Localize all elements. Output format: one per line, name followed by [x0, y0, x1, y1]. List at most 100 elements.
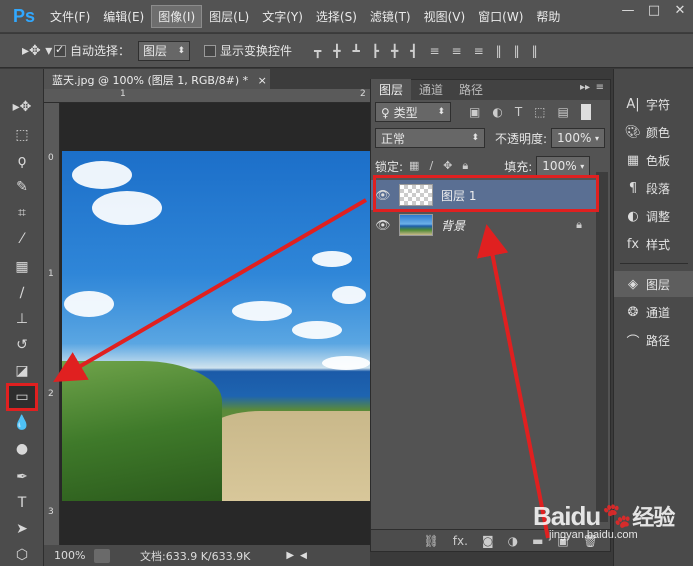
path-select-tool-icon[interactable]: ➤	[8, 517, 36, 541]
menu-select[interactable]: 选择(S)	[310, 6, 363, 27]
healing-brush-tool-icon[interactable]: ▦	[8, 255, 36, 279]
filter-pixel-icon[interactable]: ▣	[469, 105, 480, 119]
mask-icon[interactable]: ◙	[482, 534, 494, 548]
menu-image[interactable]: 图像(I)	[151, 4, 203, 28]
minimize-button[interactable]: —	[621, 4, 635, 18]
dock-swatches[interactable]: ▦ 色板	[614, 147, 693, 173]
menu-help[interactable]: 帮助	[530, 6, 566, 27]
lock-position-icon[interactable]: ✥	[443, 159, 452, 173]
status-bar: 100% 文档:633.9 K/633.9K ▶ ◀	[44, 545, 370, 566]
layers-panel: 图层 通道 路径 ▸▸ ≡ ♀ 类型 ⬍ ▣ ◐ T ⬚ ▤ 正常 ⬍ 不透明度…	[370, 79, 611, 552]
share-icon[interactable]	[94, 548, 110, 563]
panel-menu-icon[interactable]: ≡	[596, 82, 604, 93]
layers-scrollbar[interactable]	[596, 172, 608, 522]
menu-file[interactable]: 文件(F)	[44, 6, 96, 27]
align-bottom-icon[interactable]: ┻	[353, 44, 360, 58]
blend-mode-value: 正常	[381, 131, 406, 146]
distribute-left-icon[interactable]: ‖	[496, 44, 502, 58]
dock-color[interactable]: 🎨︎ 颜色	[614, 119, 693, 145]
lock-all-icon[interactable]: 🔒︎	[462, 159, 468, 173]
filter-shape-icon[interactable]: ⬚	[534, 105, 545, 119]
filter-toggle-icon[interactable]	[580, 104, 591, 120]
ruler-h-label: 2	[360, 89, 366, 99]
tab-channels[interactable]: 通道	[411, 79, 451, 100]
layer-row-background[interactable]: 👁︎ 背景 🔒︎	[371, 210, 596, 240]
crop-tool-icon[interactable]: ⌗	[8, 201, 36, 225]
marquee-tool-icon[interactable]: ⬚	[8, 123, 36, 147]
scroll-left-icon[interactable]: ◀	[300, 551, 307, 561]
menu-view[interactable]: 视图(V)	[418, 6, 472, 27]
document-tab-strip: 蓝天.jpg @ 100% (图层 1, RGB/8#) * ×	[44, 69, 370, 89]
adjustment-icon[interactable]: ◑	[508, 534, 518, 548]
sky-sea-image[interactable]	[62, 151, 370, 501]
align-vcenter-icon[interactable]: ╋	[333, 44, 340, 58]
align-left-icon[interactable]: ┣	[372, 44, 379, 58]
close-tab-icon[interactable]: ×	[258, 74, 267, 87]
gradient-tool-icon[interactable]: ▭	[6, 383, 38, 411]
fx-icon[interactable]: fx.	[453, 534, 468, 548]
dock-layers[interactable]: ◈ 图层	[614, 271, 693, 297]
filter-type-icon[interactable]: T	[515, 105, 522, 119]
blend-mode-dropdown[interactable]: 正常 ⬍	[375, 128, 485, 148]
dock-paragraph[interactable]: ¶ 段落	[614, 175, 693, 201]
blur-tool-icon[interactable]: 💧	[8, 411, 36, 435]
move-tool-icon[interactable]: ▸✥	[8, 95, 36, 119]
history-brush-tool-icon[interactable]: ↺	[8, 333, 36, 357]
brush-tool-icon[interactable]: ∕	[8, 281, 36, 305]
clone-stamp-tool-icon[interactable]: ⊥	[8, 307, 36, 331]
lock-pixels-icon[interactable]: ∕	[429, 159, 433, 173]
align-right-icon[interactable]: ┫	[410, 44, 417, 58]
auto-select-dropdown[interactable]: 图层 ⬍	[138, 40, 191, 61]
dodge-tool-icon[interactable]: ●	[8, 437, 36, 461]
status-menu-arrow-icon[interactable]: ▶	[286, 550, 294, 561]
filter-kind-dropdown[interactable]: ♀ 类型 ⬍	[375, 102, 451, 122]
menu-edit[interactable]: 编辑(E)	[97, 6, 150, 27]
dock-adjustments[interactable]: ◐ 调整	[614, 203, 693, 229]
distribute-top-icon[interactable]: ≡	[429, 44, 439, 58]
eye-icon[interactable]: 👁︎	[371, 218, 395, 232]
shape-tool-icon[interactable]: ⬡	[8, 543, 36, 566]
dock-styles[interactable]: fx 样式	[614, 231, 693, 257]
tab-paths[interactable]: 路径	[451, 79, 491, 100]
vertical-ruler: 0 1 2 3	[44, 103, 60, 545]
align-hcenter-icon[interactable]: ╋	[391, 44, 398, 58]
menu-layer[interactable]: 图层(L)	[203, 6, 255, 27]
filter-adjustment-icon[interactable]: ◐	[492, 105, 502, 119]
maximize-button[interactable]: □	[647, 4, 661, 18]
sand-area	[200, 411, 370, 501]
eyedropper-tool-icon[interactable]: ⁄	[8, 227, 36, 251]
dock-character[interactable]: A| 字符	[614, 91, 693, 117]
move-tool-preset-icon[interactable]: ▸✥ ▾	[22, 43, 54, 59]
dock-channels[interactable]: ❂ 通道	[614, 299, 693, 325]
distribute-bottom-icon[interactable]: ≡	[474, 44, 484, 58]
tab-layers[interactable]: 图层	[371, 79, 412, 100]
lasso-tool-icon[interactable]: ϙ	[8, 149, 36, 173]
menu-window[interactable]: 窗口(W)	[472, 6, 529, 27]
canvas-area[interactable]	[60, 103, 370, 545]
lock-transparent-icon[interactable]: ▦	[409, 159, 419, 173]
link-icon[interactable]: ⛓	[424, 534, 439, 548]
eraser-tool-icon[interactable]: ◪	[8, 359, 36, 383]
distribute-hcenter-icon[interactable]: ‖	[514, 44, 520, 58]
paragraph-icon: ¶	[628, 180, 638, 196]
zoom-level[interactable]: 100%	[54, 549, 94, 562]
quick-select-tool-icon[interactable]: ✎	[8, 175, 36, 199]
menu-type[interactable]: 文字(Y)	[256, 6, 309, 27]
distribute-vcenter-icon[interactable]: ≡	[452, 44, 462, 58]
align-top-icon[interactable]: ┳	[314, 44, 321, 58]
dock-label: 色板	[646, 153, 671, 168]
type-tool-icon[interactable]: T	[8, 491, 36, 515]
fill-field[interactable]: 100% ▾	[536, 156, 591, 176]
opacity-field[interactable]: 100% ▾	[551, 128, 606, 148]
dock-paths[interactable]: ⌒ 路径	[614, 327, 693, 353]
filter-smart-object-icon[interactable]: ▤	[558, 105, 569, 119]
show-transform-checkbox[interactable]	[204, 44, 217, 57]
menu-filter[interactable]: 滤镜(T)	[364, 6, 417, 27]
auto-select-checkbox[interactable]	[54, 43, 66, 57]
collapse-panel-icon[interactable]: ▸▸	[580, 82, 590, 93]
close-button[interactable]: ✕	[673, 4, 687, 18]
pen-tool-icon[interactable]: ✒	[8, 465, 36, 489]
document-tab[interactable]: 蓝天.jpg @ 100% (图层 1, RGB/8#) * ×	[44, 69, 270, 89]
styles-icon: fx	[626, 236, 640, 252]
distribute-right-icon[interactable]: ‖	[532, 44, 538, 58]
